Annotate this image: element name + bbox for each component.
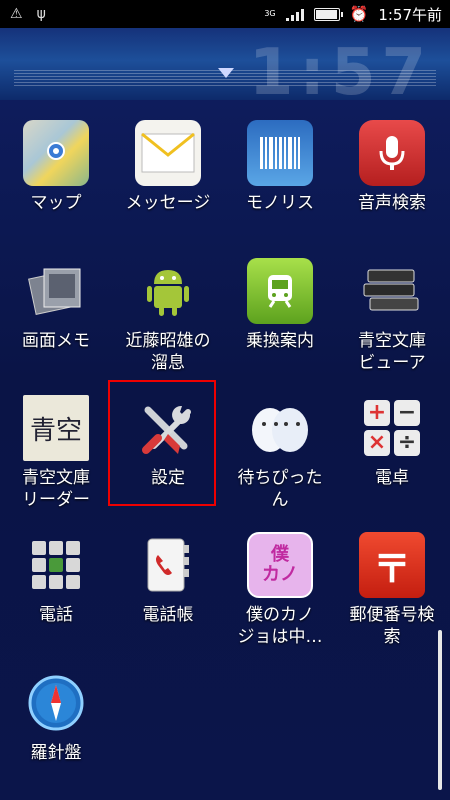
status-bar: ⚠ ψ 3G ⏰ 1:57午前 — [0, 0, 450, 28]
app-screen-memo[interactable]: 画面メモ — [0, 258, 112, 352]
android-icon — [135, 258, 201, 324]
keypad-icon — [23, 532, 89, 598]
app-calculator[interactable]: + − × ÷ 電卓 — [336, 395, 448, 489]
app-drawer[interactable]: マップ メッセージ モノリス 音声検索 画面メモ 近藤昭雄の 溜息 乗換案内 青… — [0, 100, 450, 800]
alarm-icon: ⏰ — [349, 5, 369, 23]
app-label: 近藤昭雄の 溜息 — [125, 331, 211, 373]
app-phonebook[interactable]: 電話帳 — [112, 532, 224, 626]
train-icon — [247, 258, 313, 324]
books-icon — [359, 258, 425, 324]
app-postal-search[interactable]: 〒 郵便番号検 索 — [336, 532, 448, 648]
map-icon — [23, 120, 89, 186]
clock: 1:57午前 — [378, 5, 442, 24]
battery-icon — [313, 7, 343, 21]
signal-icon — [285, 7, 304, 21]
app-voice-search[interactable]: 音声検索 — [336, 120, 448, 214]
icon-text: 僕 カノ — [262, 544, 298, 585]
app-label: マップ — [30, 193, 82, 213]
app-label: 電卓 — [375, 468, 409, 488]
app-label: メッセージ — [125, 193, 211, 213]
warning-icon: ⚠ — [10, 6, 23, 22]
app-kondo[interactable]: 近藤昭雄の 溜息 — [112, 258, 224, 374]
calculator-icon: + − × ÷ — [359, 395, 425, 461]
app-label: 乗換案内 — [246, 331, 314, 351]
screen-memo-icon — [23, 258, 89, 324]
handwriting-text: 青空 — [29, 415, 82, 446]
usb-icon: ψ — [36, 6, 46, 22]
app-message[interactable]: メッセージ — [112, 120, 224, 214]
clock-widget-ghost: 1:57 — [248, 36, 432, 100]
app-label: 青空文庫 ビューア — [358, 331, 426, 373]
scrollbar[interactable] — [438, 630, 442, 790]
message-icon — [135, 120, 201, 186]
app-label: 羅針盤 — [30, 743, 82, 763]
selected-settings-highlight — [108, 380, 216, 506]
app-transfer[interactable]: 乗換案内 — [224, 258, 336, 352]
compass-icon — [23, 670, 89, 736]
app-label: 待ちぴった ん — [237, 468, 323, 510]
drawer-handle-icon[interactable] — [218, 68, 234, 78]
app-label: 画面メモ — [22, 331, 90, 351]
ghost-character-icon — [247, 395, 313, 461]
drawer-header[interactable]: 1:57 — [0, 28, 450, 100]
app-map[interactable]: マップ — [0, 120, 112, 214]
app-aozora-reader[interactable]: 青空 青空文庫 リーダー — [0, 395, 112, 511]
app-label: モノリス — [246, 193, 314, 213]
boku-kanojo-icon: 僕 カノ — [247, 532, 313, 598]
app-label: 音声検索 — [358, 193, 426, 213]
app-aozora-viewer[interactable]: 青空文庫 ビューア — [336, 258, 448, 374]
app-phone[interactable]: 電話 — [0, 532, 112, 626]
handwriting-icon: 青空 — [23, 395, 89, 461]
app-label: 電話帳 — [142, 605, 194, 625]
app-label: 電話 — [39, 605, 73, 625]
postal-icon: 〒 — [359, 532, 425, 598]
postal-mark: 〒 — [372, 546, 411, 591]
app-compass[interactable]: 羅針盤 — [0, 670, 112, 764]
app-label: 青空文庫 リーダー — [22, 468, 90, 510]
app-label: 僕のカノ ジョは中… — [237, 605, 323, 647]
app-monolith[interactable]: モノリス — [224, 120, 336, 214]
app-machi-pittan[interactable]: 待ちぴった ん — [224, 395, 336, 511]
app-label: 郵便番号検 索 — [349, 605, 435, 647]
barcode-icon — [247, 120, 313, 186]
phonebook-icon — [135, 532, 201, 598]
app-boku-kanojo[interactable]: 僕 カノ 僕のカノ ジョは中… — [224, 532, 336, 648]
microphone-icon — [359, 120, 425, 186]
network-type: 3G — [264, 9, 276, 18]
